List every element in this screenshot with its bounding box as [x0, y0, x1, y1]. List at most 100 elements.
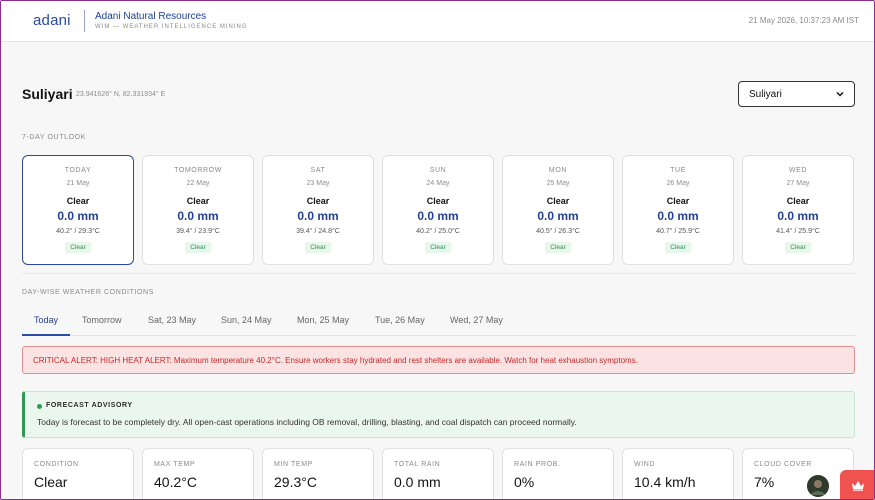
day-badge: Clear [665, 242, 691, 253]
avatar[interactable] [807, 475, 829, 497]
day-badge: Clear [65, 242, 91, 253]
day-rain: 0.0 mm [297, 209, 339, 223]
metric-value: 0% [514, 474, 535, 490]
tab-mon[interactable]: Mon, 25 May [297, 315, 349, 325]
day-name: WED [788, 167, 808, 174]
metric-value: 0.0 mm [394, 474, 441, 490]
brand-subtitle: WIM — WEATHER INTELLIGENCE MINING [95, 24, 248, 30]
day-card-tomorrow[interactable]: TOMORROW 22 May Clear 0.0 mm 39.4° / 23.… [142, 155, 254, 265]
metric-rain-prob: RAIN PROB. 0% [502, 448, 614, 499]
day-temp: 40.5° / 26.3°C [536, 228, 580, 235]
metric-label: MIN TEMP [274, 461, 313, 468]
day-date: 26 May [666, 180, 690, 187]
day-card-today[interactable]: TODAY 21 May Clear 0.0 mm 40.2° / 29.3°C… [22, 155, 134, 265]
day-date: 21 May [66, 180, 90, 187]
day-card-mon[interactable]: MON 25 May Clear 0.0 mm 40.5° / 26.3°C C… [502, 155, 614, 265]
day-condition: Clear [426, 196, 450, 206]
day-card-sun[interactable]: SUN 24 May Clear 0.0 mm 40.2° / 25.0°C C… [382, 155, 494, 265]
tab-sun[interactable]: Sun, 24 May [221, 315, 272, 325]
crown-fab-button[interactable] [840, 470, 874, 499]
day-temp: 40.2° / 29.3°C [56, 228, 100, 235]
chevron-down-icon [836, 91, 844, 97]
advisory-title: FORECAST ADVISORY [46, 402, 133, 409]
day-date: 27 May [786, 180, 810, 187]
metric-label: TOTAL RAIN [394, 461, 441, 468]
day-card-sat[interactable]: SAT 23 May Clear 0.0 mm 39.4° / 24.8°C C… [262, 155, 374, 265]
location-select[interactable]: Suliyari [738, 81, 855, 107]
metric-value: 29.3°C [274, 474, 317, 490]
metric-value: 10.4 km/h [634, 474, 696, 490]
forecast-advisory: FORECAST ADVISORY Today is forecast to b… [22, 391, 855, 438]
metric-total-rain: TOTAL RAIN 0.0 mm [382, 448, 494, 499]
day-temp: 40.7° / 25.9°C [656, 228, 700, 235]
location-select-value: Suliyari [749, 88, 782, 100]
day-badge: Clear [425, 242, 451, 253]
day-card-tue[interactable]: TUE 26 May Clear 0.0 mm 40.7° / 25.9°C C… [622, 155, 734, 265]
day-condition: Clear [666, 196, 690, 206]
day-date: 25 May [546, 180, 570, 187]
day-badge: Clear [545, 242, 571, 253]
metric-value: Clear [34, 474, 68, 490]
header-datetime: 21 May 2026, 10:37:23 AM IST [748, 16, 859, 25]
section-divider [22, 273, 855, 274]
day-rain: 0.0 mm [177, 209, 219, 223]
day-name: TODAY [64, 167, 92, 174]
metric-label: CONDITION [34, 461, 79, 468]
app-window: adani Adani Natural Resources WIM — WEAT… [0, 0, 875, 500]
day-card-wed[interactable]: WED 27 May Clear 0.0 mm 41.4° / 25.9°C C… [742, 155, 854, 265]
metric-max-temp: MAX TEMP 40.2°C [142, 448, 254, 499]
metric-cloud-cover: CLOUD COVER 7% [742, 448, 854, 499]
day-condition: Clear [306, 196, 330, 206]
daywise-label: DAY-WISE WEATHER CONDITIONS [22, 289, 154, 296]
day-rain: 0.0 mm [57, 209, 99, 223]
day-date: 22 May [186, 180, 210, 187]
day-rain: 0.0 mm [537, 209, 579, 223]
tab-wed[interactable]: Wed, 27 May [450, 315, 503, 325]
day-condition: Clear [66, 196, 90, 206]
metric-min-temp: MIN TEMP 29.3°C [262, 448, 374, 499]
day-date: 24 May [426, 180, 450, 187]
day-temp: 40.2° / 25.0°C [416, 228, 460, 235]
crown-icon [852, 481, 864, 491]
status-dot-icon [37, 404, 42, 409]
day-badge: Clear [185, 242, 211, 253]
day-date: 23 May [306, 180, 330, 187]
tab-rule [22, 335, 855, 336]
day-rain: 0.0 mm [657, 209, 699, 223]
day-temp: 39.4° / 24.8°C [296, 228, 340, 235]
brand-title: Adani Natural Resources [95, 11, 207, 22]
day-badge: Clear [785, 242, 811, 253]
critical-alert: CRITICAL ALERT: HIGH HEAT ALERT: Maximum… [22, 346, 855, 374]
day-temp: 41.4° / 25.9°C [776, 228, 820, 235]
metric-value: 40.2°C [154, 474, 197, 490]
metric-label: WIND [634, 461, 656, 468]
top-header: adani Adani Natural Resources WIM — WEAT… [1, 1, 874, 42]
day-condition: Clear [546, 196, 570, 206]
day-badge: Clear [305, 242, 331, 253]
alert-text: CRITICAL ALERT: HIGH HEAT ALERT: Maximum… [33, 355, 638, 365]
metric-value: 7% [754, 474, 775, 490]
location-coords: 23.941626° N, 82.331934° E [76, 91, 166, 98]
metric-wind: WIND 10.4 km/h [622, 448, 734, 499]
outlook-label: 7-DAY OUTLOOK [22, 134, 86, 141]
tab-today[interactable]: Today [34, 315, 58, 325]
tab-tue[interactable]: Tue, 26 May [375, 315, 425, 325]
tab-tomorrow[interactable]: Tomorrow [82, 315, 122, 325]
metric-label: CLOUD COVER [754, 461, 812, 468]
metric-label: RAIN PROB. [514, 461, 561, 468]
day-temp: 39.4° / 23.9°C [176, 228, 220, 235]
day-name: MON [548, 167, 568, 174]
tab-sat[interactable]: Sat, 23 May [148, 315, 196, 325]
logo-divider [84, 10, 85, 32]
day-name: TOMORROW [174, 167, 222, 174]
day-rain: 0.0 mm [777, 209, 819, 223]
day-rain: 0.0 mm [417, 209, 459, 223]
tab-active-indicator [22, 334, 70, 336]
day-condition: Clear [186, 196, 210, 206]
adani-logo[interactable]: adani [33, 12, 71, 29]
avatar-image-icon [807, 475, 829, 497]
day-name: SAT [310, 167, 326, 174]
metric-label: MAX TEMP [154, 461, 196, 468]
advisory-text: Today is forecast to be completely dry. … [37, 417, 577, 427]
location-name: Suliyari [22, 86, 73, 102]
